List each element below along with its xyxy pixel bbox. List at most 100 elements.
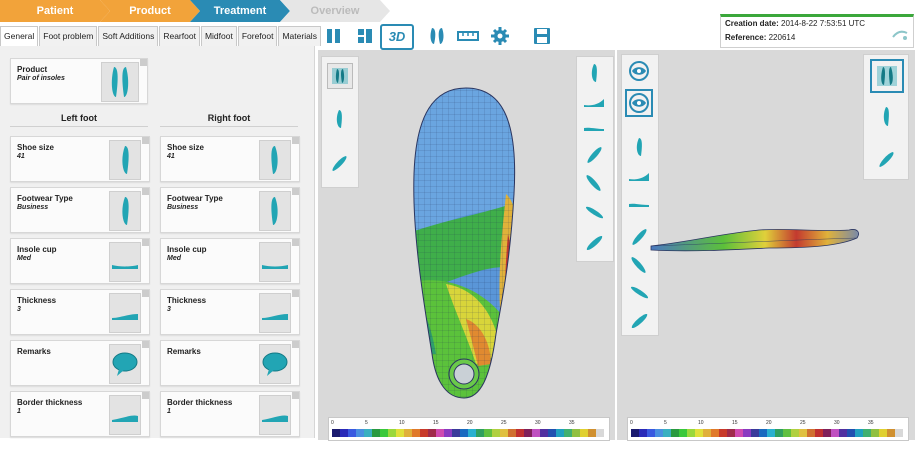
legend-swatch (719, 429, 727, 437)
rotate-3-button[interactable] (627, 281, 651, 305)
profile-side-button[interactable] (582, 89, 606, 113)
rotate-1-button[interactable] (582, 143, 606, 167)
profile-flat-button[interactable] (627, 191, 651, 215)
card-value: 41 (17, 153, 25, 160)
card-corner (292, 392, 299, 399)
insole-side-viewport[interactable]: 0 5 10 15 20 25 30 35 (617, 50, 915, 441)
tab-rearfoot[interactable]: Rearfoot (159, 26, 200, 46)
tab-materials[interactable]: Materials (278, 26, 321, 46)
view-3d-button[interactable]: 3D (380, 24, 414, 50)
tab-soft-additions[interactable]: Soft Additions (98, 26, 159, 46)
right-remarks-card[interactable]: Remarks (160, 340, 300, 386)
breadcrumb-product[interactable]: Product (100, 0, 200, 22)
shoe-icon (271, 197, 278, 225)
card-thumb (109, 140, 141, 180)
right-thickness-card[interactable]: Thickness 3 (160, 289, 300, 335)
legend-swatch (436, 429, 444, 437)
legend-swatch (727, 429, 735, 437)
grid-icon (358, 29, 372, 43)
card-label: Footwear Type (167, 194, 223, 203)
breadcrumb-overview[interactable]: Overview (280, 0, 390, 22)
right-footwear-type-card[interactable]: Footwear Type Business (160, 187, 300, 233)
save-button[interactable] (530, 24, 554, 48)
card-label: Thickness (17, 296, 57, 305)
measure-button[interactable] (456, 24, 480, 48)
insole-tilt-icon (332, 156, 347, 171)
legend-swatch (839, 429, 847, 437)
breadcrumb-patient[interactable]: Patient (0, 0, 110, 22)
tilt-view-button[interactable] (874, 147, 898, 171)
card-label: Insole cup (17, 245, 57, 254)
rotate-4-button[interactable] (627, 309, 651, 333)
product-card[interactable]: Product Pair of insoles (10, 58, 148, 104)
card-value: Business (167, 204, 199, 211)
legend-tick: 5 (365, 420, 368, 426)
left-thickness-card[interactable]: Thickness 3 (10, 289, 150, 335)
legend-swatch (687, 429, 695, 437)
tab-midfoot[interactable]: Midfoot (200, 26, 237, 46)
settings-button[interactable] (488, 24, 512, 48)
legend-swatch (340, 429, 348, 437)
left-footwear-type-card[interactable]: Footwear Type Business (10, 187, 150, 233)
feet-button[interactable] (425, 24, 449, 48)
legend-swatch (548, 429, 556, 437)
eye-selected-button[interactable] (625, 89, 653, 117)
legend-color-bar (631, 429, 903, 437)
tab-foot-problem[interactable]: Foot problem (39, 26, 98, 46)
single-view-button[interactable] (874, 105, 898, 129)
legend-color-bar (332, 429, 604, 437)
right-insole-cup-card[interactable]: Insole cup Med (160, 238, 300, 284)
legend-swatch (332, 429, 340, 437)
flat-profile-icon (584, 127, 604, 131)
card-corner (142, 239, 149, 246)
view-pair-button[interactable] (327, 63, 353, 89)
legend-ticks: 0 5 10 15 20 25 30 35 (630, 420, 902, 426)
card-label: Footwear Type (17, 194, 73, 203)
legend-swatch (823, 429, 831, 437)
left-foot-header: Left foot (61, 113, 97, 123)
legend-swatch (508, 429, 516, 437)
card-label: Shoe size (17, 143, 54, 152)
grid-view-button[interactable] (353, 24, 377, 48)
product-thumb (101, 62, 139, 102)
view-single-button[interactable] (327, 107, 351, 131)
breadcrumb-label: Patient (36, 5, 74, 17)
left-shoe-size-card[interactable]: Shoe size 41 (10, 136, 150, 182)
card-thumb (109, 344, 141, 384)
rotate-1-button[interactable] (627, 225, 651, 249)
insole-tilt-icon (631, 257, 646, 273)
legend-swatch (524, 429, 532, 437)
left-remarks-card[interactable]: Remarks (10, 340, 150, 386)
card-corner (292, 188, 299, 195)
tab-general[interactable]: General (0, 26, 39, 47)
legend-swatch (663, 429, 671, 437)
legend-swatch (871, 429, 879, 437)
eye-view-button[interactable] (627, 59, 651, 83)
card-value: 1 (17, 408, 21, 415)
left-border-thickness-card[interactable]: Border thickness 1 (10, 391, 150, 437)
card-label: Remarks (17, 347, 51, 356)
insole-icon (636, 138, 642, 156)
profile-top-button[interactable] (627, 135, 651, 159)
card-label: Remarks (167, 347, 201, 356)
breadcrumb-treatment[interactable]: Treatment (190, 0, 290, 22)
tab-forefoot[interactable]: Forefoot (237, 26, 278, 46)
legend-swatch (751, 429, 759, 437)
rotate-2-button[interactable] (627, 253, 651, 277)
right-shoe-size-card[interactable]: Shoe size 41 (160, 136, 300, 182)
card-value: Business (17, 204, 49, 211)
left-insole-cup-card[interactable]: Insole cup Med (10, 238, 150, 284)
insole-top-viewport[interactable]: 0 5 10 15 20 25 30 35 (318, 50, 615, 441)
profile-flat-button[interactable] (582, 115, 606, 139)
rotate-2-button[interactable] (582, 171, 606, 195)
thickness-profile-icon (262, 314, 288, 320)
pair-view-button[interactable] (870, 59, 904, 93)
split-view-button[interactable] (322, 24, 346, 48)
profile-top-button[interactable] (582, 61, 606, 85)
rotate-3-button[interactable] (582, 201, 606, 225)
profile-side-button[interactable] (627, 163, 651, 187)
legend-tick: 30 (834, 420, 840, 426)
view-tilt-button[interactable] (327, 151, 351, 175)
rotate-4-button[interactable] (582, 231, 606, 255)
right-border-thickness-card[interactable]: Border thickness 1 (160, 391, 300, 437)
